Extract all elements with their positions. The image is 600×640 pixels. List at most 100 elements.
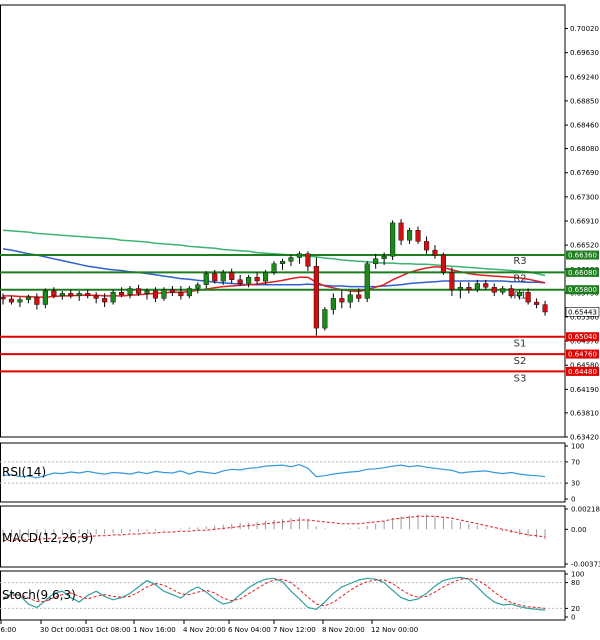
price-tick-label: 0.63810 — [570, 409, 599, 417]
level-price-label-s1: 0.65040 — [568, 333, 597, 341]
chart-root: 0.70020 0.69630 0.69240 0.68850 0.68460 0.680… — [0, 0, 600, 636]
candle-body — [407, 230, 413, 241]
candle-body — [508, 288, 514, 297]
price-tick-label: 0.67300 — [570, 193, 599, 201]
candle-body — [466, 287, 472, 290]
time-tick-label: 4 Nov 20:00 — [183, 626, 226, 634]
rsi-tick-label: 70 — [571, 458, 580, 466]
time-tick-label: 12 Nov 00:00 — [371, 626, 418, 634]
rsi-line — [2, 463, 546, 479]
candle-body — [144, 290, 150, 294]
candle-body — [203, 273, 209, 285]
candle-body — [237, 279, 243, 284]
candle-body — [152, 290, 159, 299]
stoch-tick-label: 100 — [571, 571, 584, 579]
candle-body — [483, 283, 489, 288]
level-name-s1: S1 — [514, 339, 527, 350]
time-tick-label: 31 Oct 08:00 — [85, 626, 131, 634]
level-name-r2: R2 — [513, 273, 526, 284]
candle-body — [390, 222, 396, 257]
chart-svg: 0.70020 0.69630 0.69240 0.68850 0.68460 0.680… — [0, 4, 600, 634]
candle-body — [330, 298, 336, 310]
candle-body — [263, 272, 269, 282]
stoch-tick-label: 20 — [571, 605, 580, 613]
stoch-title: Stoch(9,6,3) — [2, 588, 76, 602]
candle-body — [424, 241, 430, 251]
price-tick-label: 0.63420 — [570, 434, 599, 442]
candle-body — [398, 222, 404, 241]
time-tick-label: 1 Nov 16:00 — [133, 626, 176, 634]
macd-tick-label: -0.003732 — [571, 561, 600, 569]
price-tick-label: 0.66520 — [570, 242, 599, 250]
price-tick-label: 0.67690 — [570, 169, 599, 177]
time-tick-label: 8 Nov 20:00 — [322, 626, 365, 634]
macd-tick-label: 0.00 — [571, 526, 587, 534]
price-tick-label: 0.68460 — [570, 122, 599, 130]
level-name-s2: S2 — [514, 356, 527, 367]
candle-body — [271, 263, 277, 273]
time-tick-label: 16:00 — [0, 626, 16, 634]
candle-body — [178, 292, 184, 297]
candle-body — [474, 283, 480, 290]
stoch-tick-label: 80 — [571, 579, 580, 587]
candle-body — [313, 266, 319, 329]
candle-body — [51, 290, 57, 297]
macd-tick-label: 0.002186 — [571, 506, 600, 514]
candle-body — [500, 288, 506, 293]
price-tick-label: 0.64190 — [570, 386, 599, 394]
pane-frame-stoch — [0, 570, 566, 621]
time-tick-label: 30 Oct 00:00 — [40, 626, 86, 634]
candle-body — [135, 288, 142, 294]
candle-body — [220, 272, 226, 282]
level-price-label-s2: 0.64760 — [568, 351, 597, 359]
level-name-s3: S3 — [514, 373, 527, 384]
candle-body — [356, 294, 362, 299]
candle-body — [25, 296, 32, 300]
candle-body — [68, 293, 74, 297]
price-tick-label: 0.68850 — [570, 97, 599, 105]
candle-body — [347, 294, 353, 303]
macd-title: MACD(12,26,9) — [2, 531, 93, 545]
level-price-label-r2: 0.66080 — [568, 269, 597, 277]
pane-frame-rsi — [0, 442, 566, 503]
candle-body — [322, 309, 328, 329]
current-price-label: 0.65443 — [568, 308, 597, 316]
candle-body — [8, 298, 15, 303]
level-name-r3: R3 — [513, 256, 526, 267]
candle-body — [93, 295, 99, 299]
rsi-tick-label: 30 — [571, 480, 580, 488]
candle-body — [229, 272, 235, 280]
price-tick-label: 0.69630 — [570, 49, 599, 57]
candle-body — [339, 298, 345, 303]
candle-body — [440, 254, 447, 273]
candle-body — [432, 249, 438, 256]
price-tick-label: 0.66910 — [570, 218, 599, 226]
candle-body — [415, 230, 421, 242]
time-tick-label: 6 Nov 04:00 — [228, 626, 271, 634]
candle-body — [254, 277, 260, 282]
candle-body — [85, 293, 91, 297]
candle-body — [449, 272, 455, 290]
level-price-label-s3: 0.64480 — [568, 368, 597, 376]
candle-body — [17, 299, 23, 303]
stoch-tick-label: 0 — [571, 614, 575, 622]
level-price-label-r3: 0.66360 — [568, 252, 597, 260]
candle-body — [161, 289, 167, 299]
candle-body — [542, 304, 548, 313]
candle-body — [186, 288, 192, 297]
candle-body — [110, 292, 116, 303]
candle-body — [169, 289, 176, 293]
candle-body — [373, 258, 379, 264]
candle-body — [118, 292, 125, 295]
candle-body — [127, 288, 133, 295]
candle-body — [491, 287, 497, 293]
candle-body — [212, 273, 218, 282]
candle-body — [534, 301, 540, 305]
candle-body — [517, 292, 523, 297]
price-tick-label: 0.70020 — [570, 25, 599, 33]
candle-body — [59, 293, 65, 297]
candle-body — [34, 296, 40, 305]
candle-body — [42, 290, 48, 305]
candle-body — [525, 292, 531, 303]
candle-body — [0, 296, 6, 300]
